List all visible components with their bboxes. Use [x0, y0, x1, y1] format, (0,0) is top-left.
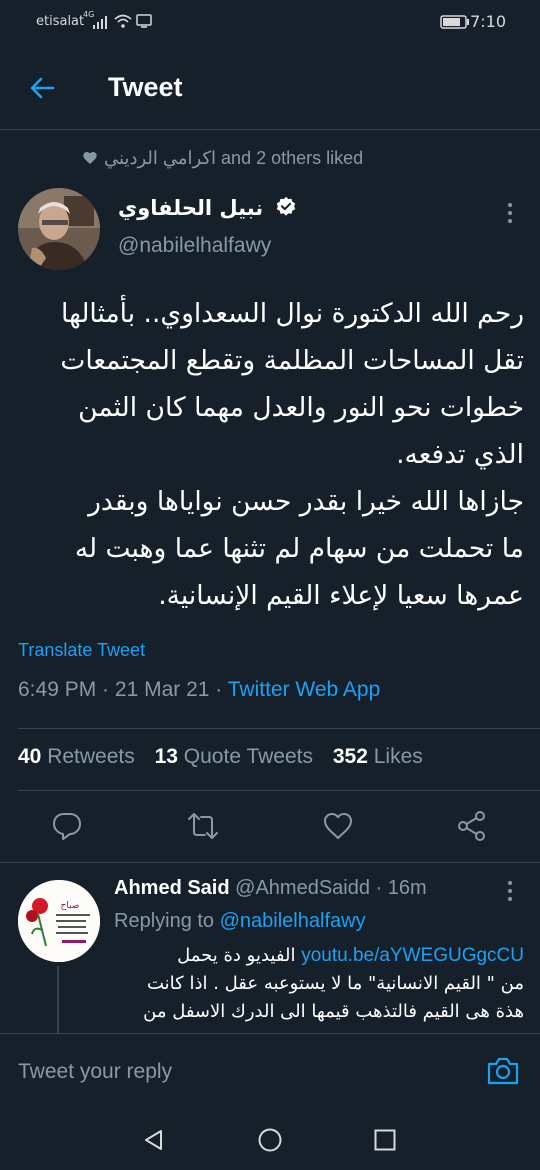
- thread-connector-line: [57, 966, 59, 1036]
- reply-age: · 16m: [375, 877, 427, 899]
- reply-text: youtu.be/aYWEGUGgcCU الفيديو دة يحمل من …: [143, 945, 524, 1022]
- liker-name: اكرامي الرديني: [104, 148, 217, 168]
- separator: ·: [96, 678, 115, 701]
- author-avatar[interactable]: [18, 188, 100, 270]
- carrier-label: etisalat: [36, 14, 85, 29]
- translate-tweet-link[interactable]: Translate Tweet: [18, 640, 145, 661]
- reply-author-name[interactable]: Ahmed Said: [114, 877, 230, 899]
- page-title: Tweet: [108, 72, 183, 102]
- wifi-icon: [114, 14, 132, 28]
- tweet-source-link[interactable]: Twitter Web App: [228, 678, 381, 701]
- reply-composer: [0, 1033, 540, 1109]
- replying-to: Replying to @nabilelhalfawy: [114, 910, 366, 932]
- author-handle[interactable]: @nabilelhalfawy: [118, 234, 271, 258]
- retweet-icon[interactable]: [187, 810, 219, 842]
- divider: [0, 862, 540, 863]
- tweet-timestamp-row: 6:49 PM · 21 Mar 21 · Twitter Web App: [18, 678, 380, 702]
- tweet-date: 21 Mar 21: [114, 678, 210, 701]
- camera-icon[interactable]: [486, 1056, 520, 1086]
- more-options-icon[interactable]: [500, 200, 520, 226]
- status-bar: etisalat 4G 7:10: [0, 0, 540, 44]
- tweet-time: 6:49 PM: [18, 678, 97, 701]
- author-name[interactable]: نبيل الحلفاوي: [118, 196, 297, 220]
- nav-home-icon[interactable]: [257, 1127, 283, 1153]
- back-arrow-icon[interactable]: [28, 74, 56, 102]
- reply-link[interactable]: youtu.be/aYWEGUGgcCU: [301, 945, 524, 966]
- divider: [18, 728, 540, 729]
- divider: [18, 790, 540, 791]
- system-navigation-bar: [0, 1109, 540, 1170]
- verified-badge-icon: [276, 196, 295, 216]
- nav-back-icon[interactable]: [142, 1128, 166, 1152]
- signal-icon: [93, 16, 107, 29]
- clock: 7:10: [470, 12, 506, 31]
- top-app-bar: Tweet: [0, 44, 540, 130]
- reply-more-options-icon[interactable]: [500, 878, 520, 904]
- like-icon[interactable]: [322, 810, 354, 842]
- share-icon[interactable]: [456, 810, 488, 842]
- quote-tweets-stat[interactable]: 13 Quote Tweets: [155, 745, 313, 768]
- reply-author-avatar[interactable]: صباح: [18, 880, 100, 962]
- reply-header: Ahmed Said @AhmedSaidd · 16m: [114, 877, 427, 900]
- engagement-stats: 40 Retweets 13 Quote Tweets 352 Likes: [18, 745, 437, 769]
- retweets-stat[interactable]: 40 Retweets: [18, 745, 135, 768]
- separator: ·: [209, 678, 228, 701]
- likes-stat[interactable]: 352 Likes: [333, 745, 423, 768]
- heart-filled-icon: [83, 152, 97, 164]
- reply-author-handle[interactable]: @AhmedSaidd: [235, 877, 370, 899]
- screen-cast-icon: [136, 14, 152, 28]
- battery-icon: [440, 15, 469, 29]
- replying-to-handle[interactable]: @nabilelhalfawy: [220, 910, 366, 932]
- nav-recents-icon[interactable]: [373, 1128, 397, 1152]
- reply-input[interactable]: [18, 1060, 458, 1084]
- reply-icon[interactable]: [51, 810, 83, 842]
- liked-text: and 2 others liked: [221, 148, 364, 168]
- social-context[interactable]: اكرامي الرديني and 2 others liked: [82, 148, 363, 169]
- svg-text:صباح: صباح: [61, 901, 80, 911]
- tweet-text: رحم الله الدكتورة نوال السعداوي.. بأمثال…: [60, 298, 524, 611]
